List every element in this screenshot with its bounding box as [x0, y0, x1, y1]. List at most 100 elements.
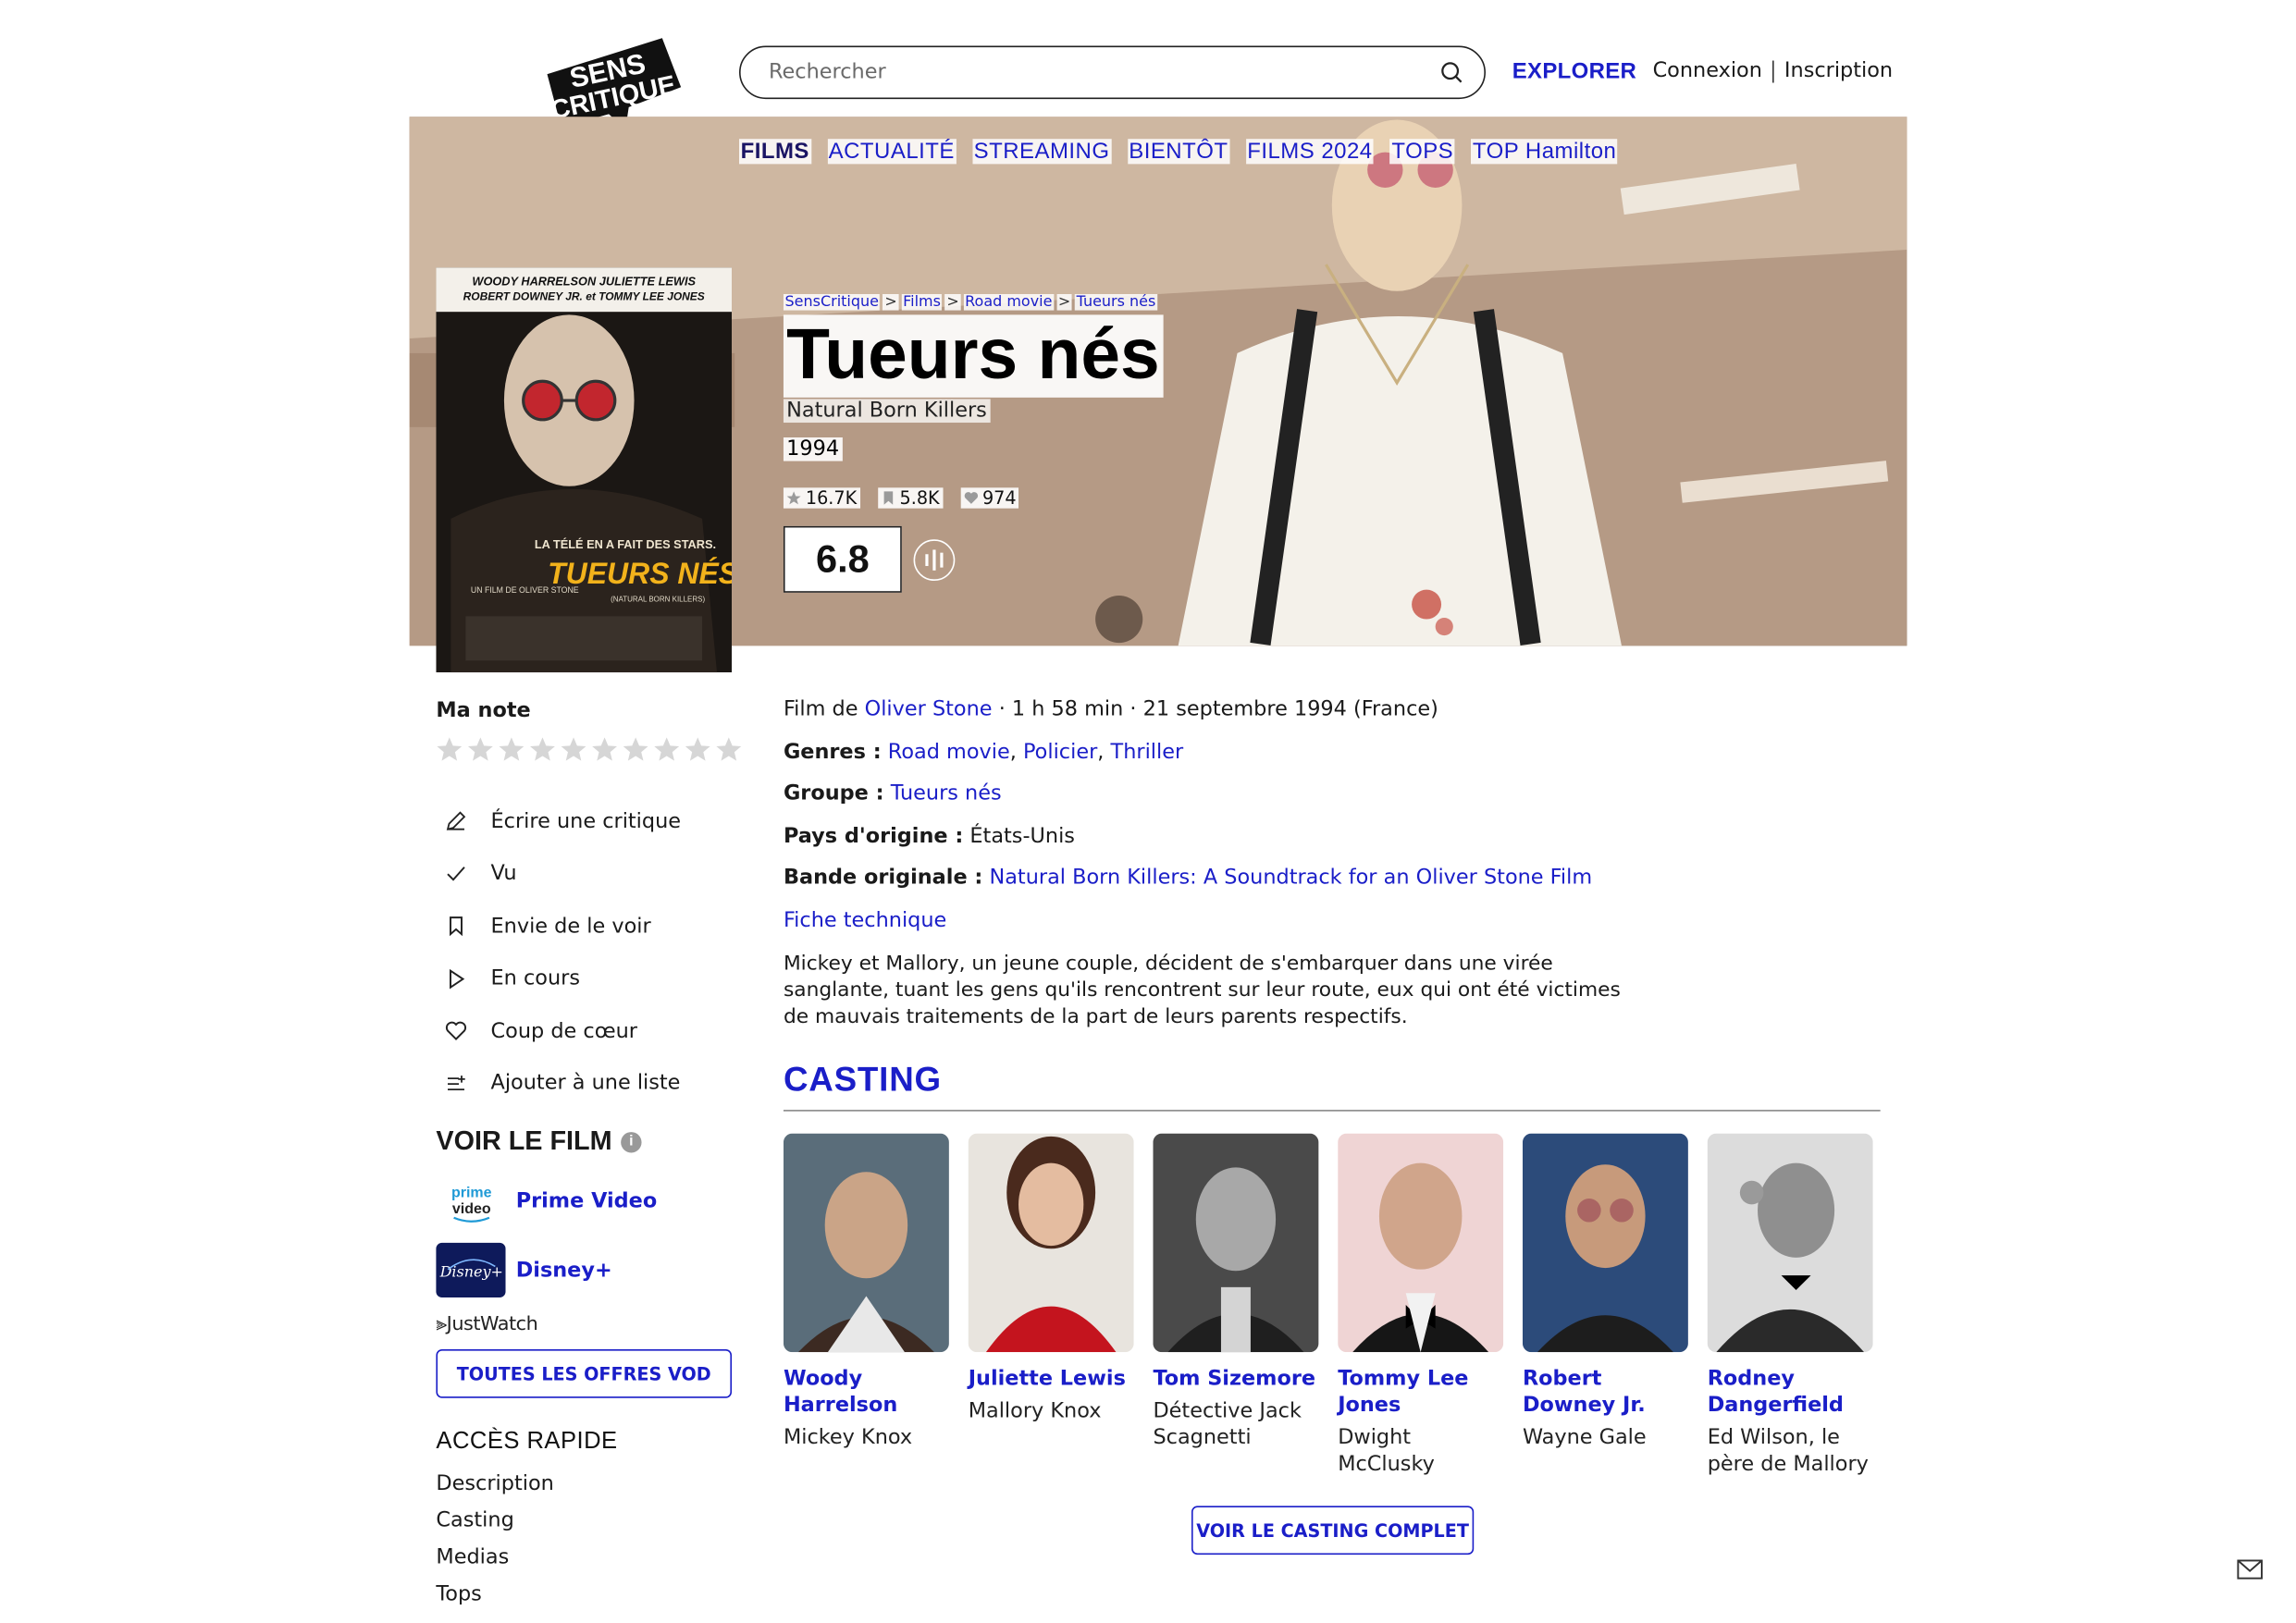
nav-actualite[interactable]: ACTUALITÉ	[827, 139, 957, 165]
poster-actors-1: WOODY HARRELSON JULIETTE LEWIS	[472, 274, 696, 288]
quick-link-tops[interactable]: Tops	[436, 1582, 553, 1619]
cast-role: Mallory Knox	[968, 1399, 1102, 1423]
page: SENS CRITIQUE EXPLORER Connexion Inscrip…	[0, 0, 2296, 1623]
cast-name[interactable]: Juliette Lewis	[969, 1366, 1134, 1393]
cast-card[interactable]: Robert Downey Jr. Wayne Gale	[1522, 1133, 1688, 1452]
breadcrumb-senscritique[interactable]: SensCritique	[783, 294, 881, 311]
genre-link[interactable]: Thriller	[1111, 740, 1184, 764]
search-bar[interactable]	[739, 45, 1486, 100]
write-review-action[interactable]: Écrire une critique	[442, 795, 681, 848]
full-cast-button[interactable]: VOIR LE CASTING COMPLET	[1191, 1506, 1475, 1555]
all-vod-offers-button[interactable]: TOUTES LES OFFRES VOD	[436, 1348, 733, 1398]
release-year: 1994	[783, 437, 843, 461]
rating-star-icon[interactable]	[685, 736, 711, 763]
explore-link[interactable]: EXPLORER	[1512, 59, 1636, 84]
provider-disney-plus[interactable]: Disney+ Disney+	[436, 1242, 612, 1298]
genre-link[interactable]: Policier	[1023, 740, 1097, 764]
breadcrumb-separator: >	[883, 294, 899, 311]
cast-photo[interactable]	[783, 1133, 949, 1353]
search-icon[interactable]	[1439, 61, 1463, 85]
cast-photo[interactable]	[968, 1133, 1134, 1353]
nav-films-2024[interactable]: FILMS 2024	[1245, 139, 1375, 165]
rating-star-icon[interactable]	[436, 736, 463, 763]
heart-icon	[963, 492, 978, 504]
login-link[interactable]: Connexion	[1653, 59, 1762, 83]
breadcrumb-films[interactable]: Films	[901, 294, 943, 311]
quick-link-description[interactable]: Description	[436, 1472, 553, 1509]
rating-star-icon[interactable]	[561, 736, 587, 763]
quick-link-medias[interactable]: Medias	[436, 1546, 553, 1583]
provider-name[interactable]: Disney+	[516, 1259, 612, 1283]
cast-card[interactable]: Tommy Lee Jones Dwight McClusky	[1338, 1133, 1504, 1478]
rating-star-icon[interactable]	[529, 736, 556, 763]
breadcrumb-current[interactable]: Tueurs nés	[1075, 294, 1157, 311]
cast-card[interactable]: Rodney Dangerfield Ed Wilson, le père de…	[1707, 1133, 1873, 1478]
cast-name[interactable]: Tom Sizemore	[1153, 1366, 1318, 1393]
nav-top-hamilton[interactable]: TOP Hamilton	[1471, 139, 1618, 165]
rating-star-icon[interactable]	[623, 736, 649, 763]
rating-star-icon[interactable]	[653, 736, 680, 763]
cast-role: Ed Wilson, le père de Mallory	[1707, 1426, 1869, 1477]
tech-sheet-line: Fiche technique	[784, 908, 1592, 951]
cast-name[interactable]: Robert Downey Jr.	[1523, 1366, 1688, 1420]
nav-films[interactable]: FILMS	[739, 139, 811, 165]
cast-card[interactable]: Tom Sizemore Détective Jack Scagnetti	[1153, 1133, 1319, 1452]
quick-link-casting[interactable]: Casting	[436, 1509, 553, 1546]
tech-sheet-link[interactable]: Fiche technique	[784, 908, 946, 932]
star-icon	[786, 491, 801, 505]
synopsis: Mickey et Mallory, un jeune couple, déci…	[783, 952, 1621, 1028]
cast-photo[interactable]	[1338, 1133, 1504, 1353]
watch-section-title: VOIR LE FILM i	[436, 1126, 642, 1158]
movie-title: Tueurs nés	[783, 314, 1163, 398]
mail-icon[interactable]	[2237, 1559, 2264, 1580]
info-icon[interactable]: i	[621, 1131, 642, 1152]
in-progress-action[interactable]: En cours	[442, 953, 681, 1005]
wishlist-action[interactable]: Envie de le voir	[442, 900, 681, 953]
rating-star-icon[interactable]	[591, 736, 618, 763]
wishlist-count: 5.8K	[877, 487, 943, 509]
movie-poster[interactable]: WOODY HARRELSON JULIETTE LEWIS ROBERT DO…	[436, 267, 733, 673]
add-to-list-action[interactable]: Ajouter à une liste	[442, 1057, 681, 1110]
casting-title: CASTING	[783, 1059, 942, 1099]
group-line: Groupe : Tueurs nés	[783, 781, 1002, 805]
score-distribution-button[interactable]	[913, 539, 956, 582]
provider-prime-video[interactable]: prime video Prime Video	[436, 1174, 657, 1228]
average-score: 6.8	[783, 525, 902, 593]
svg-text:prime: prime	[451, 1185, 491, 1200]
group-link[interactable]: Tueurs nés	[891, 781, 1002, 805]
cast-card[interactable]: Juliette Lewis Mallory Knox	[968, 1133, 1134, 1425]
cast-photo[interactable]	[1153, 1133, 1319, 1353]
nav-streaming[interactable]: STREAMING	[972, 139, 1112, 165]
provider-name[interactable]: Prime Video	[516, 1189, 658, 1213]
rating-star-icon[interactable]	[499, 736, 525, 763]
cast-card[interactable]: Woody Harrelson Mickey Knox	[783, 1133, 949, 1452]
cast-name[interactable]: Woody Harrelson	[784, 1366, 949, 1420]
cast-photo[interactable]	[1522, 1133, 1688, 1353]
favorite-action[interactable]: Coup de cœur	[442, 1005, 681, 1058]
poster-tagline: LA TÉLÉ EN A FAIT DES STARS.	[535, 537, 716, 551]
bookmark-icon	[883, 491, 893, 505]
my-rating-label: Ma note	[436, 698, 531, 723]
justwatch-logo[interactable]: ⫸JustWatch	[436, 1314, 537, 1336]
soundtrack-link[interactable]: Natural Born Killers: A Soundtrack for a…	[989, 866, 1592, 890]
cast-name[interactable]: Tommy Lee Jones	[1338, 1366, 1503, 1420]
search-input[interactable]	[768, 60, 1440, 85]
director-link[interactable]: Oliver Stone	[865, 697, 993, 721]
seen-action[interactable]: Vu	[442, 847, 681, 900]
genre-link[interactable]: Road movie	[888, 740, 1010, 764]
nav-bientot[interactable]: BIENTÔT	[1127, 139, 1230, 165]
favorites-count: 974	[959, 487, 1019, 509]
play-icon	[442, 965, 469, 992]
rating-stars[interactable]	[436, 736, 742, 763]
rating-star-icon[interactable]	[467, 736, 494, 763]
cast-photo[interactable]	[1707, 1133, 1873, 1353]
signup-link[interactable]: Inscription	[1784, 59, 1893, 83]
genres-line: Genres : Road movie, Policier, Thriller	[783, 739, 1184, 764]
original-title: Natural Born Killers	[783, 399, 991, 424]
breadcrumb-road-movie[interactable]: Road movie	[963, 294, 1055, 311]
ratings-count: 16.7K	[783, 487, 860, 509]
cast-name[interactable]: Rodney Dangerfield	[1708, 1366, 1873, 1420]
cast-role: Dwight McClusky	[1338, 1426, 1435, 1477]
nav-tops[interactable]: TOPS	[1389, 139, 1455, 165]
rating-star-icon[interactable]	[715, 736, 742, 763]
